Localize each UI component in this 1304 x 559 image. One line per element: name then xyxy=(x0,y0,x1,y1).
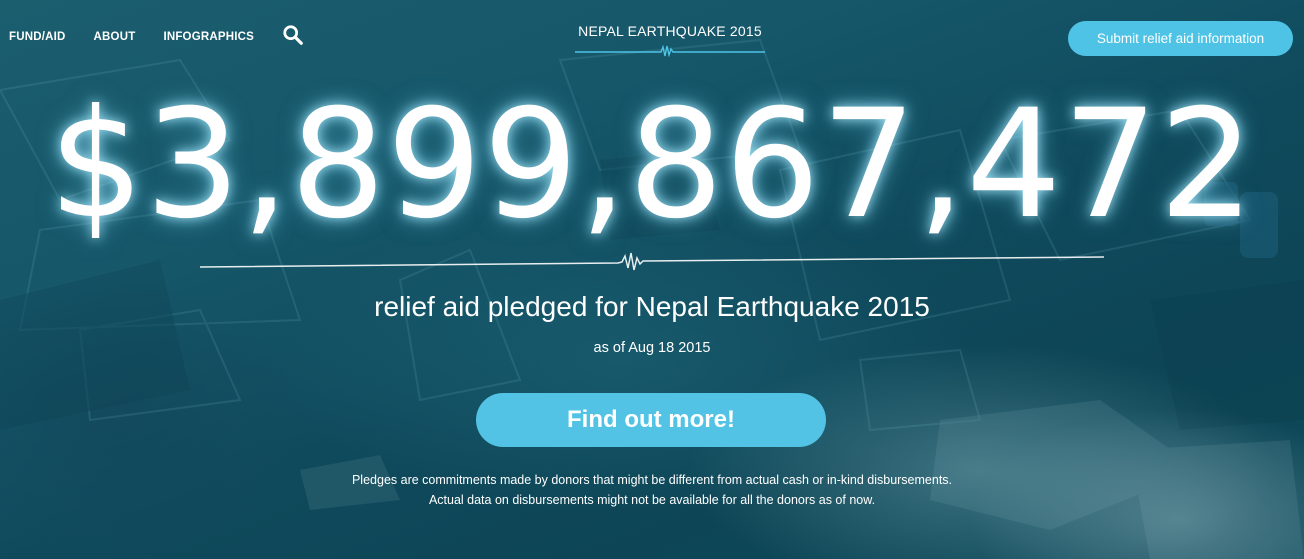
site-title[interactable]: NEPAL EARTHQUAKE 2015 xyxy=(575,23,765,57)
nav-item-about[interactable]: ABOUT xyxy=(94,31,136,43)
site-title-text: NEPAL EARTHQUAKE 2015 xyxy=(578,23,762,39)
disclaimer-line: Pledges are commitments made by donors t… xyxy=(351,473,953,487)
disclaimer-line: Actual data on disbursements might not b… xyxy=(428,493,876,507)
find-out-more-button[interactable]: Find out more! xyxy=(476,393,826,447)
heartbeat-divider-icon xyxy=(200,252,1104,271)
hero-banner: FUND/AID ABOUT INFOGRAPHICS NEPAL EARTHQ… xyxy=(0,0,1304,559)
as-of-date: as of Aug 18 2015 xyxy=(593,340,711,356)
top-nav: FUND/AID ABOUT INFOGRAPHICS xyxy=(9,25,304,46)
nav-item-infographics[interactable]: INFOGRAPHICS xyxy=(163,31,254,43)
pledge-disclaimer: Pledges are commitments made by donors t… xyxy=(0,470,1304,510)
search-icon[interactable] xyxy=(282,24,304,46)
submit-relief-aid-button[interactable]: Submit relief aid information xyxy=(1068,21,1293,56)
relief-aid-total: $3,899,867,472 xyxy=(48,78,1256,252)
heartbeat-underline-icon xyxy=(575,45,765,57)
hero-subtitle: relief aid pledged for Nepal Earthquake … xyxy=(374,291,930,322)
nav-item-fund-aid[interactable]: FUND/AID xyxy=(9,31,66,43)
